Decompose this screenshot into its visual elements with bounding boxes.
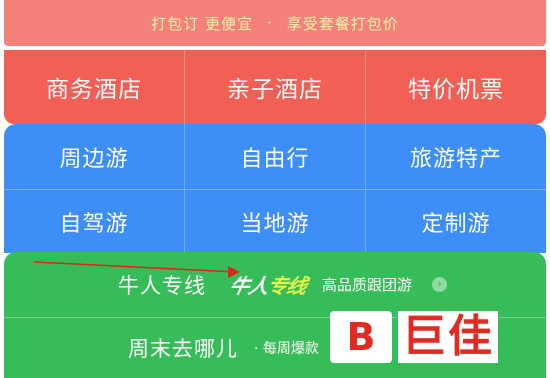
- watermark-logo: B 巨佳: [330, 308, 530, 366]
- watermark-text: 巨佳: [398, 311, 498, 363]
- promo-banner-right: 享受套餐打包价: [286, 14, 399, 33]
- niuren-line-subtitle: 高品质跟团游: [322, 276, 413, 294]
- promo-banner-left: 打包订 更便宜: [151, 14, 253, 33]
- promo-banner[interactable]: 打包订 更便宜 · 享受套餐打包价: [4, 0, 546, 46]
- discount-flight-button[interactable]: 特价机票: [365, 50, 546, 124]
- chevron-right-icon[interactable]: ›: [432, 277, 447, 292]
- nearby-tour-button[interactable]: 周边游: [4, 124, 184, 189]
- watermark-mark: B: [330, 311, 392, 363]
- business-hotel-button[interactable]: 商务酒店: [4, 50, 184, 124]
- local-specialty-button[interactable]: 旅游特产: [365, 124, 546, 189]
- local-tour-button[interactable]: 当地游: [184, 190, 365, 253]
- weekend-label: 周末去哪儿: [128, 337, 238, 361]
- niuren-logo-part-b: 专线: [265, 274, 309, 298]
- custom-tour-button[interactable]: 定制游: [365, 190, 546, 253]
- self-drive-tour-button[interactable]: 自驾游: [4, 190, 184, 253]
- niuren-logo-part-a: 牛人: [227, 274, 271, 298]
- weekend-subtitle: · 每周爆款: [254, 341, 319, 357]
- hotel-row: 商务酒店 亲子酒店 特价机票: [4, 50, 546, 124]
- promo-banner-separator: ·: [266, 14, 273, 32]
- family-hotel-button[interactable]: 亲子酒店: [184, 50, 365, 124]
- travel-row-1: 周边游 自由行 旅游特产: [4, 124, 546, 189]
- independent-travel-button[interactable]: 自由行: [184, 124, 365, 189]
- travel-row-2: 自驾游 当地游 定制游: [4, 189, 546, 253]
- niuren-line-label: 牛人专线: [118, 273, 206, 298]
- niuren-line-logo: 牛人专线: [227, 270, 309, 299]
